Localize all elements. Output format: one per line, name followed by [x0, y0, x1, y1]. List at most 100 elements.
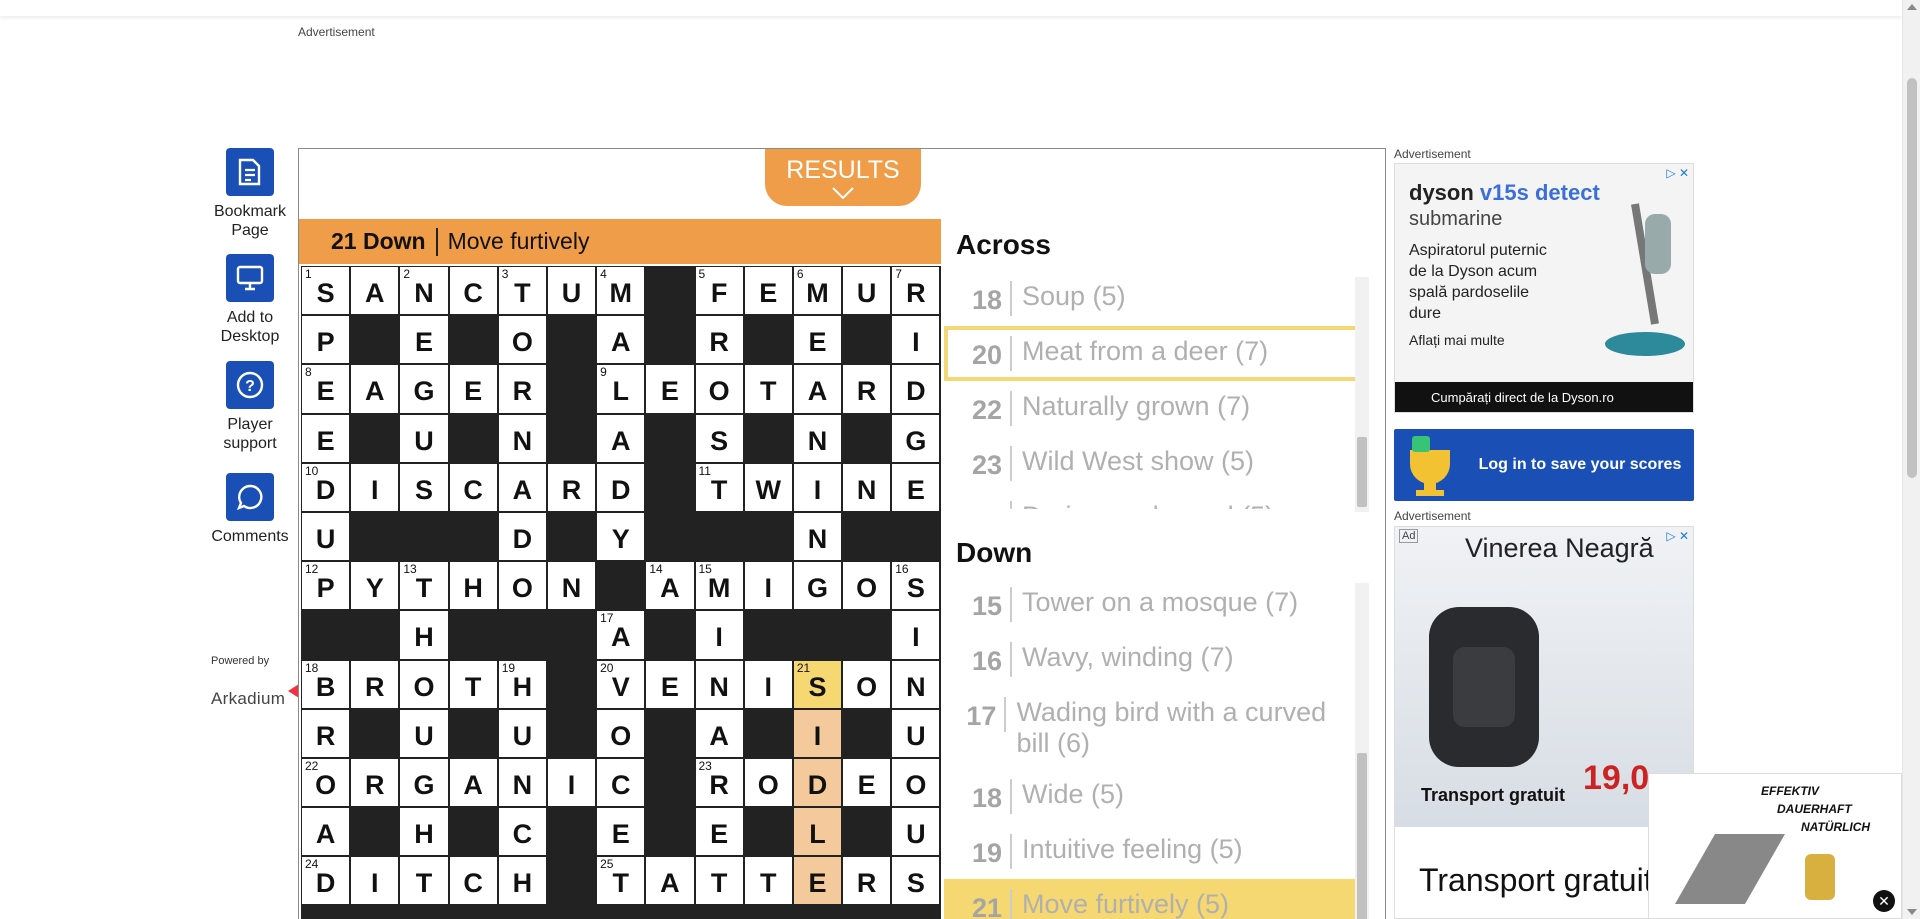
grid-cell[interactable]: H [497, 856, 547, 906]
add-to-desktop-button[interactable]: Add to Desktop [206, 254, 294, 346]
grid-cell[interactable]: I [792, 708, 843, 758]
grid-cell[interactable]: 17 A [596, 610, 646, 660]
grid-cell[interactable]: O [497, 315, 547, 365]
grid-cell[interactable]: I [891, 610, 941, 660]
across-clue-18[interactable]: 18 Soup (5) [944, 277, 1364, 326]
grid-cell[interactable]: 14 A [645, 561, 695, 611]
grid-cell[interactable]: Y [596, 511, 646, 562]
grid-cell[interactable]: 23 R [694, 757, 744, 808]
grid-cell[interactable]: N [497, 413, 547, 463]
grid-cell[interactable]: N [891, 659, 941, 709]
ad-close-icon-2[interactable]: ▷ ✕ [1666, 529, 1689, 543]
grid-cell[interactable]: C [596, 757, 646, 808]
grid-cell[interactable]: 19 H [497, 659, 547, 709]
grid-cell[interactable]: U [301, 511, 351, 562]
grid-cell[interactable]: I [743, 659, 793, 709]
grid-cell[interactable]: R [842, 856, 892, 906]
across-clue-24[interactable]: 24 Drainage channel (5) [944, 491, 1364, 509]
ad-close-icon[interactable]: ▷ ✕ [1666, 166, 1689, 180]
grid-cell[interactable]: 2N [399, 266, 449, 316]
grid-cell[interactable]: R [497, 364, 547, 414]
grid-cell[interactable]: 11 T [694, 462, 744, 512]
grid-cell[interactable]: O [842, 561, 892, 611]
arkadium-logo[interactable]: Arkadium [211, 684, 300, 709]
grid-cell[interactable]: T [399, 856, 449, 906]
grid-cell[interactable]: H [448, 561, 498, 611]
grid-cell[interactable]: I [743, 561, 793, 611]
grid-cell[interactable]: D [497, 511, 547, 562]
grid-cell[interactable]: N [792, 413, 843, 463]
grid-cell[interactable]: A [448, 757, 498, 808]
grid-cell[interactable]: R [694, 315, 744, 365]
grid-cell[interactable]: N [842, 462, 892, 512]
grid-cell[interactable]: 5F [694, 266, 744, 316]
grid-cell[interactable]: H [399, 807, 449, 857]
login-to-save-button[interactable]: Log in to save your scores [1394, 429, 1694, 501]
grid-cell[interactable]: 4M [596, 266, 646, 316]
bookmark-page-button[interactable]: Bookmark Page [206, 148, 294, 240]
page-scrollbar[interactable] [1902, 0, 1920, 919]
grid-cell[interactable]: S [399, 462, 449, 512]
comments-button[interactable]: Comments [206, 473, 294, 546]
grid-cell[interactable]: R [350, 757, 400, 808]
grid-cell[interactable]: 24 D [301, 856, 351, 906]
grid-cell[interactable]: P [301, 315, 351, 365]
player-support-button[interactable]: ? Player support [206, 361, 294, 453]
grid-cell[interactable]: G [891, 413, 941, 463]
grid-cell[interactable]: A [645, 856, 695, 906]
grid-cell[interactable]: A [350, 266, 400, 316]
grid-cell[interactable]: C [448, 266, 498, 316]
grid-cell[interactable]: I [694, 610, 744, 660]
grid-cell[interactable]: D [596, 462, 646, 512]
across-clue-20[interactable]: 20 Meat from a deer (7) [944, 326, 1364, 381]
grid-cell[interactable]: R [842, 364, 892, 414]
grid-cell[interactable]: I [891, 315, 941, 365]
grid-cell[interactable]: E [743, 266, 793, 316]
grid-cell[interactable]: U [891, 807, 941, 857]
down-clue-16[interactable]: 16 Wavy, winding (7) [944, 632, 1364, 687]
grid-cell[interactable]: A [301, 807, 351, 857]
down-clue-15[interactable]: 15 Tower on a mosque (7) [944, 583, 1364, 632]
grid-cell[interactable]: N [497, 757, 547, 808]
grid-cell[interactable]: C [497, 807, 547, 857]
grid-cell[interactable]: R [350, 659, 400, 709]
grid-cell[interactable]: E [448, 364, 498, 414]
grid-cell[interactable]: U [399, 413, 449, 463]
grid-cell[interactable]: I [546, 757, 597, 808]
grid-cell[interactable]: G [399, 364, 449, 414]
grid-cell[interactable]: 1S [301, 266, 351, 316]
grid-cell[interactable]: T [743, 856, 793, 906]
down-clue-list[interactable]: 15 Tower on a mosque (7) 16 Wavy, winding (… [944, 583, 1364, 919]
grid-cell[interactable]: O [743, 757, 793, 808]
grid-cell[interactable]: W [743, 462, 793, 512]
grid-cell[interactable]: O [399, 659, 449, 709]
grid-cell[interactable]: 21 S [792, 659, 843, 709]
results-button[interactable]: RESULTS [765, 149, 921, 206]
grid-cell[interactable]: 3T [497, 266, 547, 316]
across-scrollbar[interactable] [1355, 277, 1369, 512]
grid-cell[interactable]: I [792, 462, 843, 512]
grid-cell[interactable]: U [497, 708, 547, 758]
down-clue-21[interactable]: 21 Move furtively (5) [944, 879, 1364, 919]
grid-cell[interactable]: E [792, 856, 843, 906]
grid-cell[interactable]: 18 B [301, 659, 351, 709]
grid-cell[interactable]: N [792, 511, 843, 562]
grid-cell[interactable]: O [497, 561, 547, 611]
down-scrollbar[interactable] [1355, 583, 1369, 919]
grid-cell[interactable]: U [546, 266, 597, 316]
down-clue-17[interactable]: 17 Wading bird with a curved bill (6) [944, 687, 1364, 769]
grid-cell[interactable]: U [891, 708, 941, 758]
grid-cell[interactable]: G [792, 561, 843, 611]
grid-cell[interactable]: A [596, 315, 646, 365]
grid-cell[interactable]: S [891, 856, 941, 906]
grid-cell[interactable]: A [596, 413, 646, 463]
grid-cell[interactable]: T [448, 659, 498, 709]
grid-cell[interactable]: 22 O [301, 757, 351, 808]
down-clue-18[interactable]: 18 Wide (5) [944, 769, 1364, 824]
grid-cell[interactable]: L [792, 807, 843, 857]
grid-cell[interactable]: N [546, 561, 597, 611]
corner-popup-ad[interactable]: EFFEKTIV DAUERHAFT NATÜRLICH ✕ [1648, 773, 1902, 919]
grid-cell[interactable]: D [792, 757, 843, 808]
grid-cell[interactable]: E [891, 462, 941, 512]
grid-cell[interactable]: 7R [891, 266, 941, 316]
